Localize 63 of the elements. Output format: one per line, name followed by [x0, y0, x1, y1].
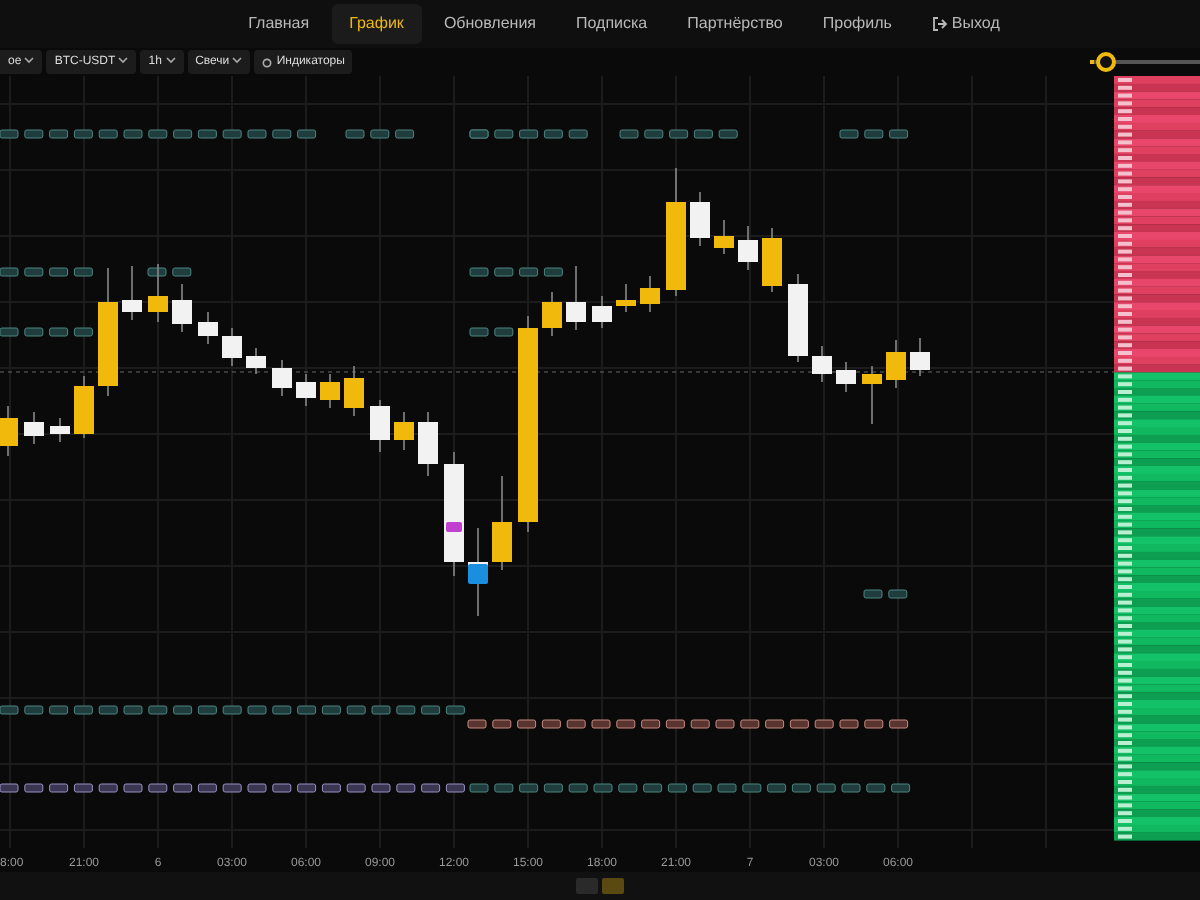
- candlestick: [222, 327, 242, 367]
- candlestick: [788, 273, 808, 363]
- nav-link[interactable]: Подписка: [558, 4, 666, 44]
- caret-icon: [232, 56, 243, 65]
- nav-link[interactable]: Главная: [230, 4, 328, 44]
- level-marker-row: [0, 267, 93, 277]
- level-marker-row: [619, 129, 738, 139]
- candlestick: [50, 417, 70, 443]
- caret-icon: [165, 56, 176, 65]
- candlestick: [836, 361, 856, 393]
- gear-icon: [262, 57, 273, 67]
- level-marker-row: [345, 129, 415, 139]
- candlestick: [172, 283, 192, 333]
- level-marker-row: [0, 327, 93, 337]
- candlestick: [738, 225, 758, 271]
- candlestick: [320, 373, 340, 409]
- candlestick: [812, 345, 832, 383]
- candlestick: [418, 411, 438, 477]
- candlestick: [542, 291, 562, 337]
- nav-link[interactable]: Выход: [913, 4, 1018, 44]
- level-marker-row: [839, 129, 909, 139]
- nav-link[interactable]: Обновления: [425, 4, 555, 44]
- candlestick: [148, 263, 168, 323]
- candlestick: [98, 267, 118, 397]
- slider-thumb[interactable]: [1096, 52, 1117, 72]
- candlestick: [74, 375, 94, 439]
- candlestick: [122, 265, 142, 321]
- candlestick: [762, 227, 782, 293]
- candlestick: [910, 337, 930, 377]
- candlestick: [444, 451, 464, 577]
- caret-icon: [118, 56, 129, 65]
- caret-icon: [24, 56, 35, 65]
- candlestick: [592, 295, 612, 329]
- candlestick: [566, 265, 586, 331]
- candlestick: [0, 405, 18, 457]
- candlestick: [492, 475, 512, 571]
- candlestick: [616, 283, 636, 313]
- candlestick: [640, 275, 660, 313]
- candlestick: [666, 167, 686, 297]
- toggle-button[interactable]: [602, 878, 624, 894]
- signal-marker: [446, 522, 462, 532]
- candlestick: [886, 339, 906, 389]
- level-marker-row: [863, 589, 908, 599]
- signal-marker: [468, 564, 488, 584]
- candlestick: [370, 399, 390, 453]
- candlestick: [394, 411, 414, 451]
- candlestick: [862, 365, 882, 425]
- nav-link[interactable]: Профиль: [804, 4, 910, 44]
- candlestick: [198, 311, 218, 345]
- candlestick: [344, 365, 364, 417]
- level-marker-row: [469, 327, 514, 337]
- candlestick: [24, 411, 44, 445]
- candlestick: [246, 347, 266, 375]
- nav-link[interactable]: График: [331, 4, 422, 44]
- toggle-button[interactable]: [576, 878, 598, 894]
- level-marker-row: [147, 267, 192, 277]
- candlestick: [690, 191, 710, 247]
- candlestick: [714, 219, 734, 255]
- logout-icon: [931, 16, 948, 32]
- nav-link[interactable]: Партнёрство: [669, 4, 801, 44]
- level-marker-row: [469, 267, 563, 277]
- candlestick: [296, 373, 316, 407]
- candlestick: [272, 359, 292, 397]
